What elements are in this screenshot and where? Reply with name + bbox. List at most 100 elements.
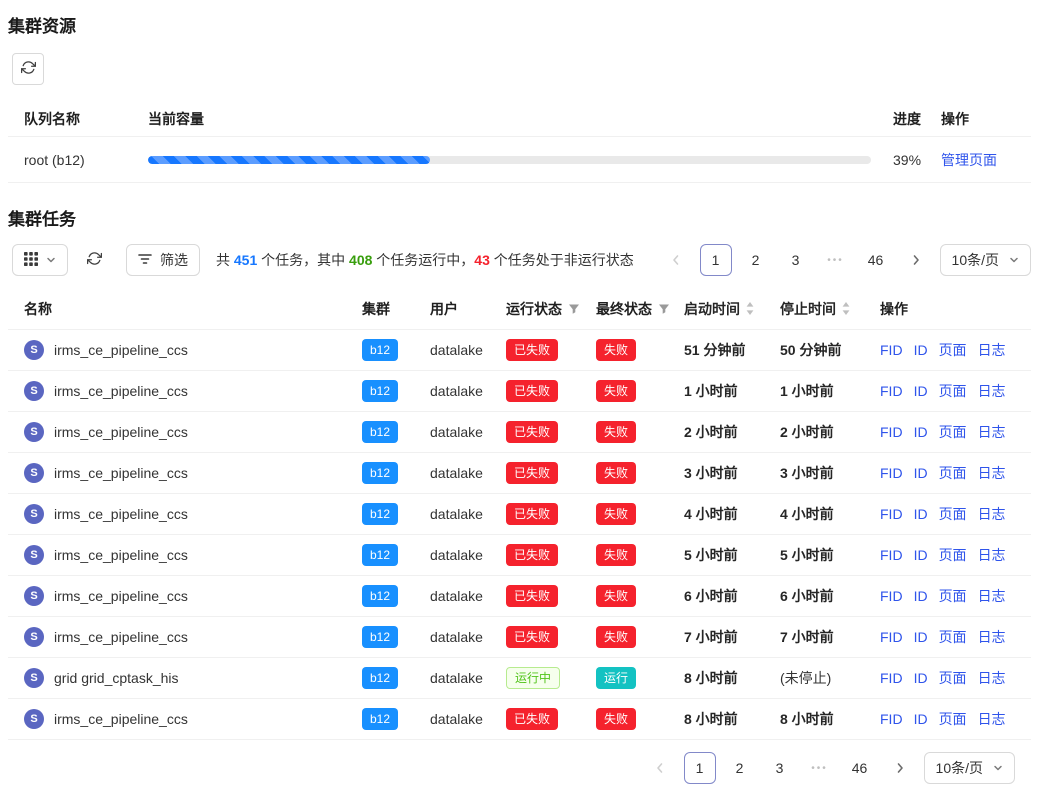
task-action-log[interactable]: 日志	[978, 422, 1006, 442]
task-name: grid grid_cptask_his	[54, 670, 179, 686]
task-action-fid[interactable]: FID	[880, 588, 903, 604]
col-header-run-status[interactable]: 运行状态	[498, 299, 588, 319]
task-action-id[interactable]: ID	[914, 342, 928, 358]
pagination-page-46[interactable]: 46	[844, 752, 876, 784]
pagination-page-2[interactable]: 2	[724, 752, 756, 784]
page-size-select[interactable]: 10条/页	[940, 244, 1031, 276]
run-status-badge: 已失败	[506, 708, 558, 730]
task-row: S irms_ce_pipeline_ccs b12 datalake 已失败 …	[8, 453, 1031, 494]
task-action-page[interactable]: 页面	[939, 709, 967, 729]
task-start-time: 7 小时前	[676, 627, 772, 647]
filter-funnel-icon[interactable]	[568, 303, 580, 315]
task-action-fid[interactable]: FID	[880, 670, 903, 686]
pagination-page-2[interactable]: 2	[740, 244, 772, 276]
task-action-log[interactable]: 日志	[978, 463, 1006, 483]
task-actions: FID ID 页面日志	[872, 709, 1031, 729]
sort-icon[interactable]	[746, 302, 754, 315]
task-action-page[interactable]: 页面	[939, 504, 967, 524]
task-action-id[interactable]: ID	[914, 547, 928, 563]
sort-icon[interactable]	[842, 302, 850, 315]
task-action-page[interactable]: 页面	[939, 627, 967, 647]
final-status-badge: 失败	[596, 544, 636, 566]
task-user: datalake	[422, 383, 498, 399]
cluster-resources-section: 集群资源 队列名称 当前容量 进度 操作 root (b12)	[8, 12, 1031, 183]
tasks-refresh-button[interactable]	[78, 244, 110, 276]
task-action-fid[interactable]: FID	[880, 465, 903, 481]
cluster-tag: b12	[362, 544, 398, 566]
task-action-log[interactable]: 日志	[978, 545, 1006, 565]
task-action-fid[interactable]: FID	[880, 547, 903, 563]
pagination-next[interactable]	[884, 752, 916, 784]
resources-refresh-button[interactable]	[12, 53, 44, 85]
task-action-fid[interactable]: FID	[880, 506, 903, 522]
pagination-page-1[interactable]: 1	[684, 752, 716, 784]
task-action-log[interactable]: 日志	[978, 668, 1006, 688]
task-action-id[interactable]: ID	[914, 506, 928, 522]
task-action-page[interactable]: 页面	[939, 463, 967, 483]
col-header-final-status[interactable]: 最终状态	[588, 299, 676, 319]
task-action-id[interactable]: ID	[914, 711, 928, 727]
page-size-select[interactable]: 10条/页	[924, 752, 1015, 784]
task-action-fid[interactable]: FID	[880, 629, 903, 645]
task-name: irms_ce_pipeline_ccs	[54, 629, 188, 645]
task-user: datalake	[422, 588, 498, 604]
task-action-log[interactable]: 日志	[978, 709, 1006, 729]
task-action-fid[interactable]: FID	[880, 424, 903, 440]
task-name: irms_ce_pipeline_ccs	[54, 424, 188, 440]
task-action-log[interactable]: 日志	[978, 340, 1006, 360]
summary-count-red: 43	[474, 252, 490, 268]
capacity-progress-bar	[148, 156, 871, 164]
task-stop-time: 50 分钟前	[772, 340, 872, 360]
task-action-id[interactable]: ID	[914, 629, 928, 645]
task-action-log[interactable]: 日志	[978, 504, 1006, 524]
col-header-stop-time[interactable]: 停止时间	[772, 299, 872, 319]
task-action-id[interactable]: ID	[914, 383, 928, 399]
filter-funnel-icon[interactable]	[658, 303, 670, 315]
task-user: datalake	[422, 711, 498, 727]
task-action-log[interactable]: 日志	[978, 586, 1006, 606]
task-action-page[interactable]: 页面	[939, 340, 967, 360]
filter-button[interactable]: 筛选	[126, 244, 200, 276]
task-avatar: S	[24, 381, 44, 401]
task-action-id[interactable]: ID	[914, 465, 928, 481]
task-action-log[interactable]: 日志	[978, 627, 1006, 647]
task-action-fid[interactable]: FID	[880, 711, 903, 727]
col-header-progress: 进度	[871, 109, 941, 129]
task-actions: FID ID 页面日志	[872, 668, 1031, 688]
task-action-page[interactable]: 页面	[939, 422, 967, 442]
page: 集群资源 队列名称 当前容量 进度 操作 root (b12)	[0, 0, 1039, 784]
pagination-prev[interactable]	[644, 752, 676, 784]
pagination-page-3[interactable]: 3	[764, 752, 796, 784]
task-name: irms_ce_pipeline_ccs	[54, 465, 188, 481]
manage-page-link[interactable]: 管理页面	[941, 152, 997, 168]
task-action-page[interactable]: 页面	[939, 381, 967, 401]
pagination-page-46[interactable]: 46	[860, 244, 892, 276]
task-action-log[interactable]: 日志	[978, 381, 1006, 401]
task-action-page[interactable]: 页面	[939, 668, 967, 688]
task-avatar: S	[24, 463, 44, 483]
pagination-page-3[interactable]: 3	[780, 244, 812, 276]
capacity-progress-fill	[148, 156, 430, 164]
task-avatar: S	[24, 668, 44, 688]
task-action-id[interactable]: ID	[914, 588, 928, 604]
pagination-prev[interactable]	[660, 244, 692, 276]
summary-count-green: 408	[349, 252, 372, 268]
task-avatar: S	[24, 422, 44, 442]
task-name: irms_ce_pipeline_ccs	[54, 588, 188, 604]
task-action-page[interactable]: 页面	[939, 586, 967, 606]
task-action-id[interactable]: ID	[914, 424, 928, 440]
col-header-start-time[interactable]: 启动时间	[676, 299, 772, 319]
task-action-page[interactable]: 页面	[939, 545, 967, 565]
pagination-ellipsis[interactable]: •••	[820, 244, 852, 276]
column-settings-button[interactable]	[12, 244, 68, 276]
pagination-top: 123•••46 10条/页	[660, 244, 1031, 276]
task-action-id[interactable]: ID	[914, 670, 928, 686]
task-action-fid[interactable]: FID	[880, 342, 903, 358]
task-start-time: 4 小时前	[676, 504, 772, 524]
task-row: S irms_ce_pipeline_ccs b12 datalake 已失败 …	[8, 617, 1031, 658]
pagination-next[interactable]	[900, 244, 932, 276]
pagination-page-1[interactable]: 1	[700, 244, 732, 276]
task-action-fid[interactable]: FID	[880, 383, 903, 399]
pagination-ellipsis[interactable]: •••	[804, 752, 836, 784]
col-header-user: 用户	[422, 299, 498, 319]
